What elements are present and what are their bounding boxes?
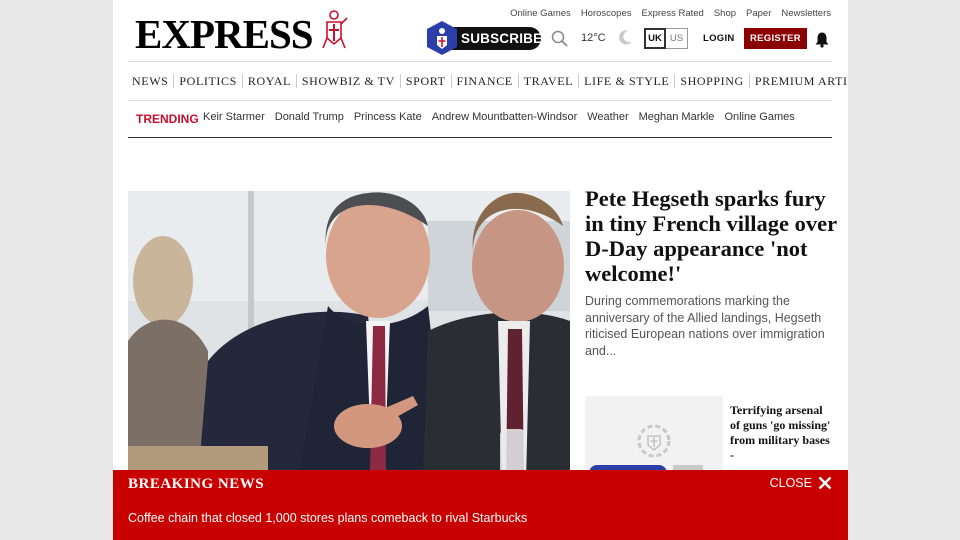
top-link-horoscopes[interactable]: Horoscopes — [581, 8, 632, 19]
secondary-story-headline[interactable]: Terrifying arsenal of guns 'go missing' … — [730, 403, 834, 463]
nav-item-premium-articles[interactable]: PREMIUM ARTICLES — [750, 74, 848, 88]
close-icon — [818, 476, 832, 490]
trending-item-andrew-mountbatten-windsor[interactable]: Andrew Mountbatten-Windsor — [432, 111, 578, 123]
nav-item-sport[interactable]: SPORT — [401, 74, 452, 88]
subscribe-label: SUBSCRIBE — [461, 31, 543, 46]
top-link-shop[interactable]: Shop — [714, 8, 736, 19]
top-link-express-rated[interactable]: Express Rated — [642, 8, 704, 19]
edition-switcher: UK US — [644, 28, 688, 49]
trending-item-weather[interactable]: Weather — [587, 111, 628, 123]
page: Online Games Horoscopes Express Rated Sh… — [113, 0, 848, 540]
trending-item-donald-trump[interactable]: Donald Trump — [275, 111, 344, 123]
top-links: Online Games Horoscopes Express Rated Sh… — [510, 8, 831, 19]
main-nav: NEWS POLITICS ROYAL SHOWBIZ & TV SPORT F… — [128, 61, 848, 101]
login-link[interactable]: LOGIN — [703, 33, 735, 44]
secondary-story-image[interactable] — [585, 396, 723, 481]
logo-text: EXPRESS — [135, 11, 314, 57]
nav-item-travel[interactable]: TRAVEL — [519, 74, 580, 88]
trending-item-meghan-markle[interactable]: Meghan Markle — [639, 111, 715, 123]
crusader-crest-icon — [321, 10, 348, 49]
close-label: CLOSE — [769, 476, 812, 490]
nav-item-finance[interactable]: FINANCE — [452, 74, 519, 88]
top-link-newsletters[interactable]: Newsletters — [781, 8, 831, 19]
nav-item-politics[interactable]: POLITICS — [174, 74, 243, 88]
trending-list: Keir Starmer Donald Trump Princess Kate … — [203, 111, 795, 123]
breaking-news-text[interactable]: Coffee chain that closed 1,000 stores pl… — [128, 511, 527, 525]
trending-item-online-games[interactable]: Online Games — [724, 111, 794, 123]
trending-item-keir-starmer[interactable]: Keir Starmer — [203, 111, 265, 123]
trending-item-princess-kate[interactable]: Princess Kate — [354, 111, 422, 123]
moon-icon — [619, 30, 632, 45]
nav-item-news[interactable]: NEWS — [128, 74, 175, 88]
lead-story-standfirst: During commemorations marking the annive… — [585, 294, 825, 358]
edition-us-button[interactable]: US — [666, 28, 688, 49]
lead-story-image[interactable] — [128, 191, 570, 481]
nav-item-showbiz-tv[interactable]: SHOWBIZ & TV — [297, 74, 401, 88]
nav-item-life-style[interactable]: LIFE & STYLE — [579, 74, 676, 88]
bell-icon[interactable] — [814, 31, 830, 48]
edition-uk-button[interactable]: UK — [644, 28, 666, 49]
breaking-news-close-button[interactable]: CLOSE — [770, 476, 832, 490]
site-logo[interactable]: EXPRESS — [135, 10, 351, 58]
trending-bar: TRENDING Keir Starmer Donald Trump Princ… — [128, 101, 832, 138]
weather-temperature[interactable]: 12°C — [581, 32, 606, 44]
top-link-online-games[interactable]: Online Games — [510, 8, 571, 19]
top-link-paper[interactable]: Paper — [746, 8, 771, 19]
breaking-news-title: BREAKING NEWS — [128, 476, 265, 492]
nav-item-shopping[interactable]: SHOPPING — [675, 74, 750, 88]
image-loading-placeholder — [589, 424, 703, 481]
lead-story-headline[interactable]: Pete Hegseth sparks fury in tiny French … — [585, 186, 840, 286]
breaking-news-banner[interactable]: BREAKING NEWS CLOSE Coffee chain that cl… — [113, 470, 848, 540]
register-button[interactable]: REGISTER — [744, 28, 807, 49]
search-icon[interactable] — [551, 30, 569, 48]
trending-label: TRENDING — [136, 112, 199, 126]
subscribe-button[interactable]: SUBSCRIBE — [425, 20, 543, 56]
crusader-badge-icon — [427, 21, 457, 55]
nav-item-royal[interactable]: ROYAL — [243, 74, 297, 88]
lead-story-photo — [128, 191, 570, 481]
